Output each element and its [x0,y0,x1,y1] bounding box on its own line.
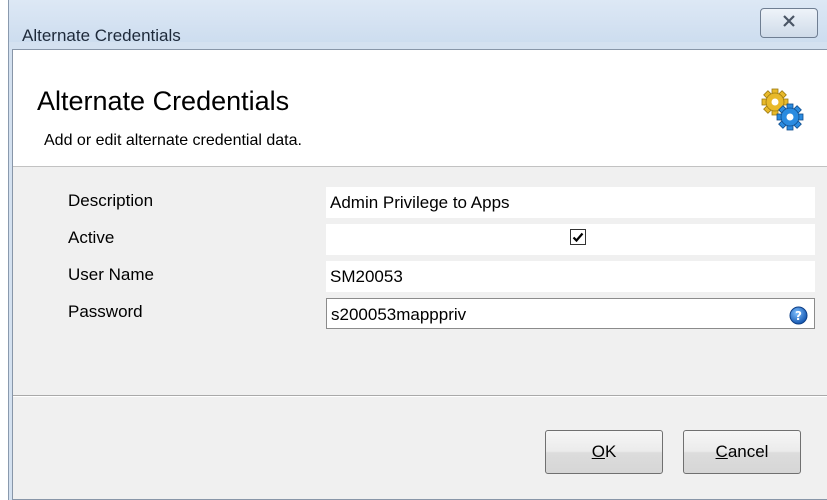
active-checkbox[interactable] [570,229,586,245]
gears-icon [761,88,805,132]
password-value: s200053mapppriv [331,305,467,324]
password-label: Password [68,302,143,321]
password-field[interactable]: s200053mapppriv ? [326,298,815,329]
user-name-field[interactable]: SM20053 [326,261,815,292]
cancel-mnemonic: C [715,442,728,461]
close-button[interactable] [760,8,818,38]
dialog-window: Alternate Credentials Alternate Credenti… [8,0,827,500]
cancel-label-rest: ancel [727,442,769,461]
active-field [326,224,815,255]
checkmark-icon [572,232,584,243]
footer-separator [13,395,827,397]
help-icon[interactable]: ? [789,304,808,325]
user-name-label: User Name [68,265,154,284]
svg-text:?: ? [795,309,802,323]
header-title: Alternate Credentials [37,86,290,116]
ok-mnemonic: O [591,442,605,461]
dialog-header: Alternate Credentials Add or edit altern… [13,50,827,167]
ok-button[interactable]: OK [545,430,663,474]
description-label: Description [68,191,154,210]
cancel-button[interactable]: Cancel [683,430,801,474]
ok-label-rest: K [604,442,617,461]
dialog-client-area: Alternate Credentials Add or edit altern… [12,49,827,500]
title-bar[interactable]: Alternate Credentials [9,0,827,45]
header-subtitle: Add or edit alternate credential data. [44,132,302,149]
description-field[interactable]: Admin Privilege to Apps [326,187,815,218]
active-label: Active [68,228,115,247]
close-icon [782,11,796,32]
window-title: Alternate Credentials [22,26,181,45]
